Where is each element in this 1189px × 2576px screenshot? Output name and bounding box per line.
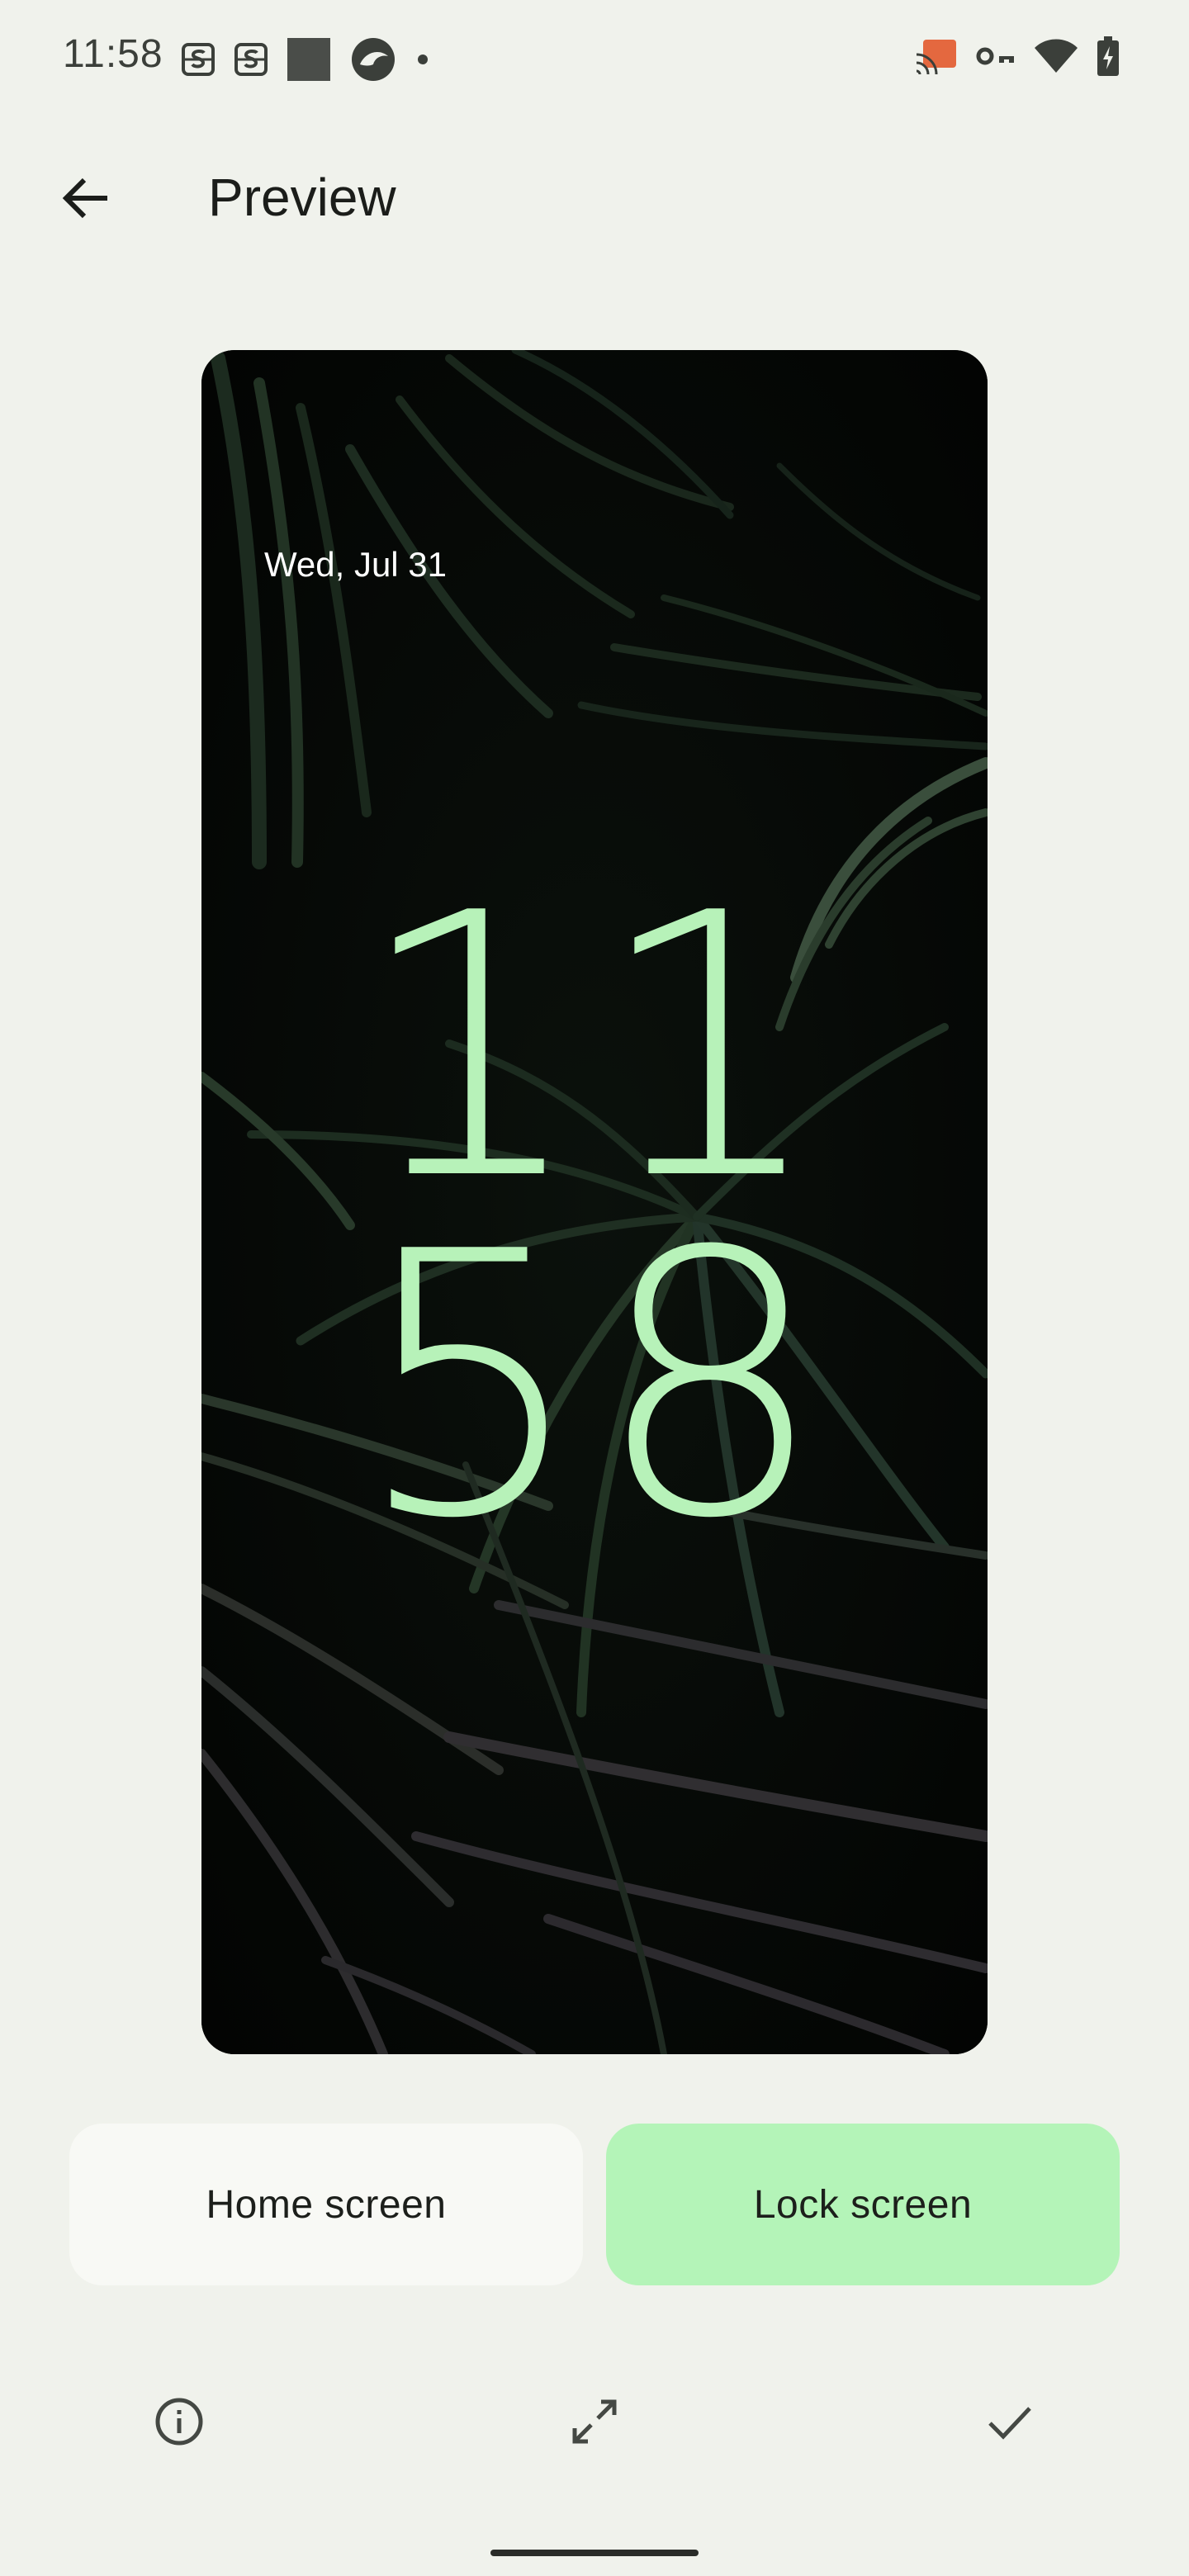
clock-minutes: 58: [355, 1175, 834, 1598]
check-icon: [983, 2395, 1036, 2452]
clock-hours: 11: [355, 836, 834, 1259]
apply-button[interactable]: [964, 2378, 1055, 2469]
expand-icon: [568, 2395, 621, 2452]
back-button[interactable]: [40, 154, 132, 246]
page-title: Preview: [208, 168, 396, 227]
vpn-key-icon: [976, 44, 1016, 69]
fullscreen-button[interactable]: [549, 2378, 640, 2469]
status-time: 11:58: [63, 32, 163, 76]
sim-s-icon: [182, 40, 215, 79]
square-app-icon: [287, 38, 330, 81]
lock-clock: 11 58: [201, 836, 988, 1598]
lock-screen-preview[interactable]: Wed, Jul 31 11 58: [201, 350, 988, 2054]
app-bar: Preview: [0, 149, 1189, 251]
info-button[interactable]: [134, 2378, 225, 2469]
lock-screen-button[interactable]: Lock screen: [606, 2124, 1120, 2285]
notification-icons: [182, 36, 429, 83]
lock-date: Wed, Jul 31: [264, 545, 448, 584]
status-bar: 11:58: [0, 0, 1189, 116]
gesture-nav-handle[interactable]: [490, 2550, 699, 2556]
arrow-back-icon: [59, 172, 112, 229]
home-screen-button[interactable]: Home screen: [69, 2124, 583, 2285]
wallpaper-preview-screen: 11:58 Preview Wed, Jul 31 11 58 Home scr…: [0, 0, 1189, 2576]
battery-charging-icon: [1097, 36, 1120, 76]
dot-icon: [416, 53, 429, 66]
sim-s-icon: [234, 40, 268, 79]
screen-toggle: Home screen Lock screen: [69, 2124, 1120, 2285]
bottom-actions: [0, 2378, 1189, 2469]
wifi-icon: [1034, 38, 1078, 74]
info-icon: [153, 2395, 206, 2452]
cast-icon: [915, 38, 958, 74]
circle-app-icon: [350, 36, 396, 83]
system-icons: [915, 36, 1120, 76]
